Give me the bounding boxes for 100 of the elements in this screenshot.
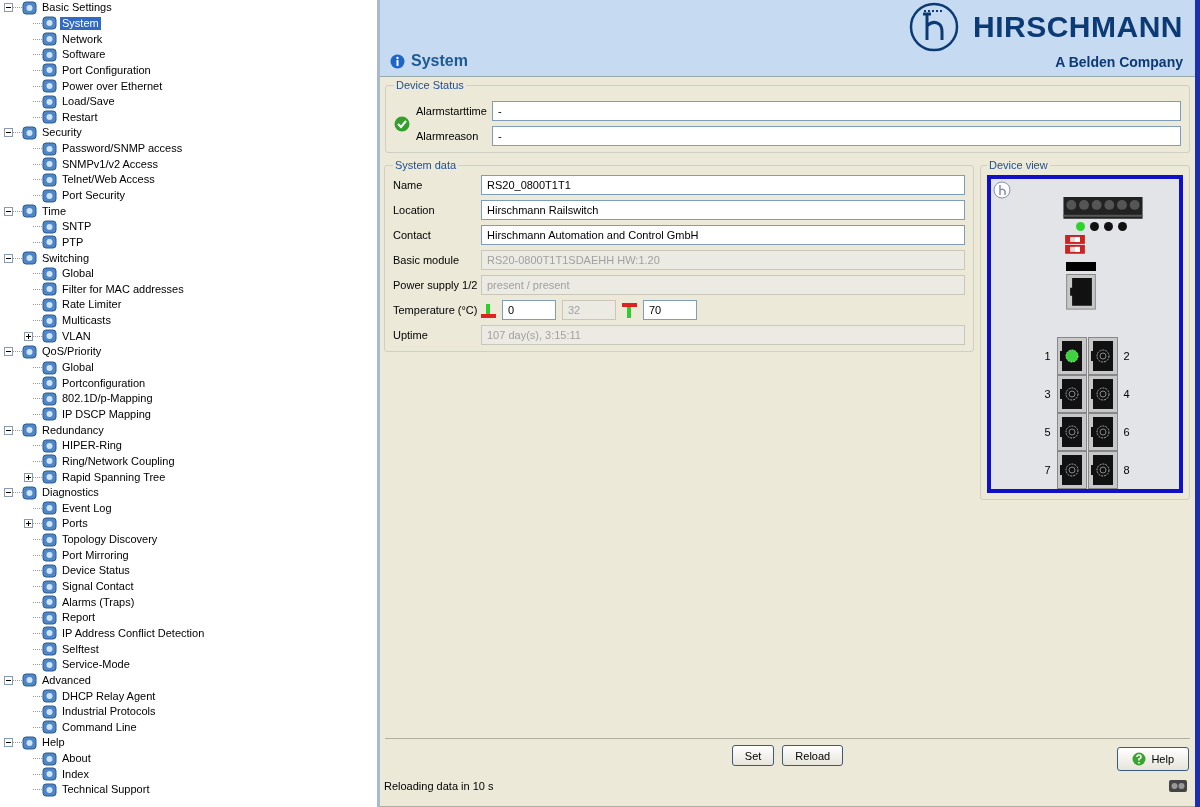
collapse-toggle[interactable] <box>4 347 13 357</box>
port-number: 3 <box>1043 388 1052 400</box>
port-number: 4 <box>1122 388 1131 400</box>
tree-item[interactable]: Time <box>40 204 69 218</box>
tree-item[interactable]: Network <box>60 32 105 46</box>
tree-item[interactable]: Advanced <box>40 673 93 687</box>
tree-item[interactable]: Security <box>40 126 84 140</box>
tree-item[interactable]: QoS/Priority <box>40 345 104 359</box>
tree-item[interactable]: IP DSCP Mapping <box>60 407 153 421</box>
help-button[interactable]: Help <box>1117 747 1189 771</box>
tree-item[interactable]: PTP <box>60 235 86 249</box>
rj45-port-icon[interactable] <box>1056 375 1087 413</box>
tree-item[interactable]: HIPER-Ring <box>60 439 124 453</box>
tree-item[interactable]: Load/Save <box>60 95 117 109</box>
tree-item[interactable]: Signal Contact <box>60 580 136 593</box>
tree-item[interactable]: Diagnostics <box>40 486 101 500</box>
tree-item[interactable]: Rate Limiter <box>60 298 124 312</box>
tree-item[interactable]: Portconfiguration <box>60 376 148 390</box>
tree-item[interactable]: Telnet/Web Access <box>60 173 157 187</box>
logo-icon <box>993 181 1011 199</box>
port-number: 6 <box>1122 426 1131 438</box>
tree-item[interactable]: Event Log <box>60 501 114 515</box>
collapse-toggle[interactable] <box>4 253 13 263</box>
tree-item[interactable]: Basic Settings <box>40 1 114 15</box>
collapse-toggle[interactable] <box>4 206 13 216</box>
rj45-port-icon[interactable] <box>1087 375 1118 413</box>
tree-item[interactable]: Port Configuration <box>60 63 153 77</box>
rj45-port-icon[interactable] <box>1087 337 1118 375</box>
tree-item[interactable]: System <box>60 16 101 30</box>
tree-item[interactable]: SNMPv1/v2 Access <box>60 157 160 171</box>
tree-item[interactable]: Ring/Network Coupling <box>60 454 177 468</box>
tree-item[interactable]: Switching <box>40 251 92 265</box>
action-button[interactable]: Set <box>731 745 775 766</box>
tree-item[interactable]: IP Address Conflict Detection <box>60 626 207 640</box>
input-field[interactable]: Hirschmann Railswitch <box>481 200 965 220</box>
tree-item[interactable]: About <box>60 752 93 766</box>
label-strip-icon <box>1066 261 1096 272</box>
tree-item[interactable]: Index <box>60 767 91 781</box>
input-field[interactable]: Hirschmann Automation and Control GmbH <box>481 225 965 245</box>
tree-item[interactable]: Power over Ethernet <box>60 79 165 93</box>
input-field[interactable]: 0 <box>502 300 556 320</box>
info-icon <box>390 53 405 69</box>
input-field[interactable]: - <box>492 126 1181 146</box>
tree-item[interactable]: Port Mirroring <box>60 548 131 562</box>
tree-item[interactable]: Rapid Spanning Tree <box>60 470 168 484</box>
field-label: Location <box>393 204 436 216</box>
tree-item[interactable]: Redundancy <box>40 423 106 437</box>
collapse-toggle[interactable] <box>4 425 13 435</box>
field-label: Contact <box>393 229 432 241</box>
tree-item[interactable]: Command Line <box>60 720 139 734</box>
collapse-toggle[interactable] <box>4 675 13 685</box>
tree-item[interactable]: Industrial Protocols <box>60 705 158 719</box>
field-label: Alarmstarttime <box>416 105 488 117</box>
status-text: Reloading data in 10 s <box>384 780 494 792</box>
tree-item[interactable]: Multicasts <box>60 314 113 328</box>
expand-toggle[interactable] <box>24 331 33 341</box>
input-field[interactable]: RS20_0800T1T1 <box>481 175 965 195</box>
tree-item[interactable]: Alarms (Traps) <box>60 595 137 609</box>
tree-item[interactable]: Help <box>40 736 67 750</box>
rj45-port-icon[interactable] <box>1056 413 1087 451</box>
tree-item[interactable]: 802.1D/p-Mapping <box>60 392 155 406</box>
collapse-toggle[interactable] <box>4 488 13 498</box>
tree-item[interactable]: Restart <box>60 110 100 124</box>
rj45-port-icon[interactable] <box>1056 451 1087 489</box>
tree-item[interactable]: Technical Support <box>60 783 152 797</box>
input-field[interactable]: - <box>492 101 1181 121</box>
tree-item[interactable]: Device Status <box>60 564 132 578</box>
rj45-port-icon[interactable] <box>1056 337 1087 375</box>
tree-item[interactable]: Software <box>60 48 108 62</box>
port-number: 5 <box>1043 426 1052 438</box>
collapse-toggle[interactable] <box>4 3 13 13</box>
page-title: System <box>411 52 468 70</box>
port-number: 7 <box>1043 464 1052 476</box>
tree-item[interactable]: Topology Discovery <box>60 533 160 547</box>
rj45-port-icon[interactable] <box>1087 451 1118 489</box>
tree-item[interactable]: Password/SNMP access <box>60 142 185 156</box>
tree-item[interactable]: Global <box>60 267 96 281</box>
tree-item[interactable]: Ports <box>60 517 90 531</box>
input-field: 32 <box>562 300 616 320</box>
collapse-toggle[interactable] <box>4 128 13 138</box>
input-field[interactable]: 70 <box>643 300 697 320</box>
expand-toggle[interactable] <box>24 519 33 529</box>
panel-title: System data <box>394 159 458 171</box>
tree-item[interactable]: DHCP Relay Agent <box>60 689 158 703</box>
rj45-port-icon[interactable] <box>1087 413 1118 451</box>
tree-item[interactable]: SNTP <box>60 220 94 234</box>
tree-item[interactable]: VLAN <box>60 329 93 343</box>
field-label: Basic module <box>393 254 461 266</box>
lower-limit-icon <box>481 302 496 318</box>
terminal-block-icon <box>1063 197 1143 219</box>
tree-item[interactable]: Global <box>60 361 96 375</box>
tree-item[interactable]: Service-Mode <box>60 658 132 672</box>
action-button[interactable]: Reload <box>782 745 844 766</box>
collapse-toggle[interactable] <box>4 738 13 748</box>
tree-item[interactable]: Filter for MAC addresses <box>60 282 186 296</box>
expand-toggle[interactable] <box>24 472 33 482</box>
port-number: 1 <box>1043 350 1052 362</box>
tree-item[interactable]: Report <box>60 611 98 625</box>
tree-item[interactable]: Port Security <box>60 189 127 202</box>
tree-item[interactable]: Selftest <box>60 642 101 656</box>
